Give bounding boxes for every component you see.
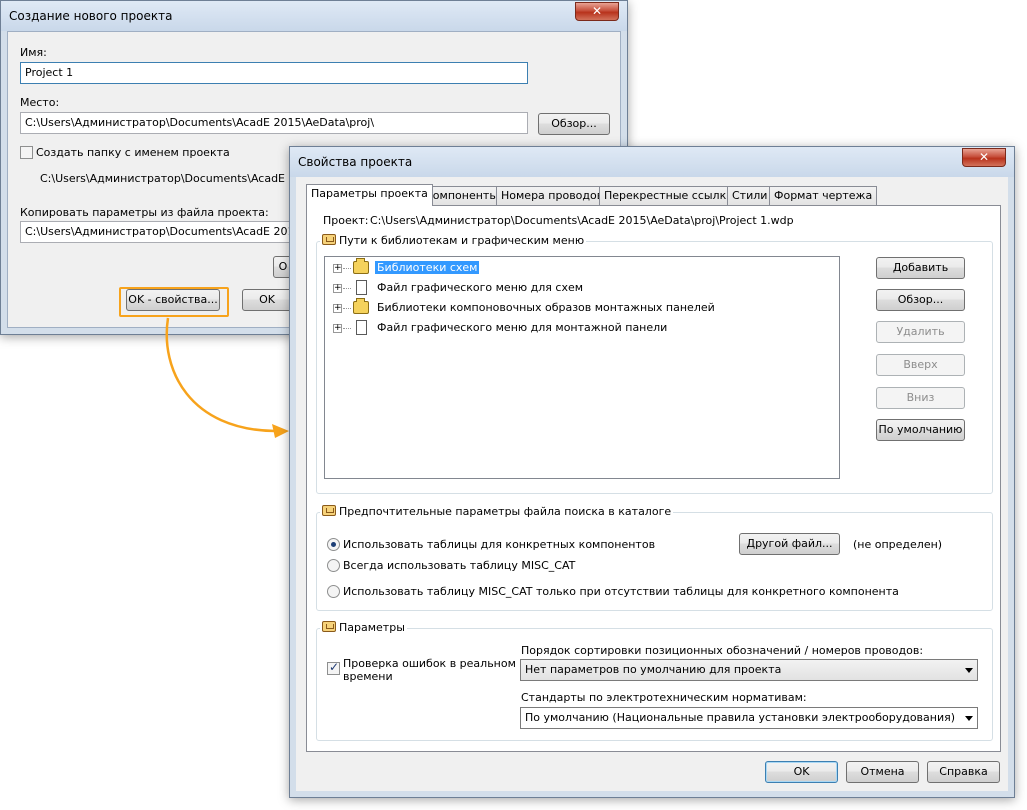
location-label: Место: bbox=[20, 96, 60, 109]
undefined-label: (не определен) bbox=[853, 538, 943, 551]
folder-icon bbox=[353, 298, 369, 314]
project-label: Проект: bbox=[323, 214, 369, 227]
expand-icon[interactable]: + bbox=[333, 324, 342, 333]
tab-styles[interactable]: Стили bbox=[727, 186, 773, 205]
sort-order-value: Нет параметров по умолчанию для проекта bbox=[525, 663, 782, 676]
chevron-down-icon bbox=[965, 668, 973, 673]
chevron-down-icon bbox=[965, 716, 973, 721]
other-file-button[interactable]: Другой файл... bbox=[739, 533, 840, 555]
radio-misc-fallback[interactable] bbox=[327, 585, 340, 598]
project-path: C:\Users\Администратор\Documents\AcadE 2… bbox=[370, 214, 794, 227]
folder-icon bbox=[353, 258, 369, 274]
move-down-button[interactable]: Вниз bbox=[876, 387, 965, 409]
tree-item-label: Файл графического меню для монтажной пан… bbox=[377, 321, 668, 334]
tab-drawing-format[interactable]: Формат чертежа bbox=[769, 186, 878, 205]
parameters-group-title-text: Параметры bbox=[339, 621, 405, 634]
help-button[interactable]: Справка bbox=[927, 761, 1000, 783]
tab-cross-references[interactable]: Перекрестные ссылки bbox=[599, 186, 739, 205]
gear-icon bbox=[322, 621, 336, 632]
location-input[interactable]: C:\Users\Администратор\Documents\AcadE 2… bbox=[20, 112, 528, 134]
radio-always-misc[interactable] bbox=[327, 559, 340, 572]
realtime-check-label-line2: времени bbox=[343, 670, 393, 683]
flow-arrow bbox=[165, 317, 289, 438]
library-tree[interactable]: + Библиотеки схем + Файл графического ме… bbox=[324, 256, 840, 479]
realtime-check-label-line1: Проверка ошибок в реальном bbox=[343, 657, 516, 670]
tree-item-label: Библиотеки схем bbox=[375, 261, 480, 274]
radio-always-misc-label: Всегда использовать таблицу MISC_CAT bbox=[343, 559, 576, 572]
standards-select[interactable]: По умолчанию (Национальные правила устан… bbox=[520, 707, 978, 729]
tab-project-parameters[interactable]: Параметры проекта bbox=[306, 184, 433, 206]
standards-value: По умолчанию (Национальные правила устан… bbox=[525, 711, 956, 724]
close-icon[interactable]: ✕ bbox=[575, 2, 619, 21]
create-folder-checkbox[interactable] bbox=[20, 146, 33, 159]
folder-path-text: C:\Users\Администратор\Documents\AcadE 2… bbox=[40, 172, 317, 185]
realtime-check-checkbox[interactable] bbox=[327, 660, 340, 675]
new-project-ok-button[interactable]: OK bbox=[242, 289, 292, 311]
location-browse-button[interactable]: Обзор... bbox=[538, 113, 610, 135]
expand-icon[interactable]: + bbox=[333, 304, 342, 313]
default-button[interactable]: По умолчанию bbox=[876, 419, 965, 441]
close-icon[interactable]: ✕ bbox=[962, 148, 1006, 167]
file-icon bbox=[356, 280, 367, 295]
sort-order-select[interactable]: Нет параметров по умолчанию для проекта bbox=[520, 659, 978, 681]
expand-icon[interactable]: + bbox=[333, 284, 342, 293]
properties-titlebar[interactable]: Свойства проекта ✕ bbox=[290, 147, 1014, 177]
radio-misc-fallback-label: Использовать таблицу MISC_CAT только при… bbox=[343, 585, 899, 598]
parameters-group-title: Параметры bbox=[320, 621, 407, 634]
catalog-group-title: Предпочтительные параметры файла поиска … bbox=[320, 505, 674, 518]
sort-order-label: Порядок сортировки позиционных обозначен… bbox=[521, 644, 924, 657]
cancel-button[interactable]: Отмена bbox=[846, 761, 919, 783]
radio-specific-tables-label: Использовать таблицы для конкретных комп… bbox=[343, 538, 656, 551]
new-project-titlebar[interactable]: Создание нового проекта ✕ bbox=[1, 1, 627, 31]
gear-icon bbox=[322, 505, 336, 516]
catalog-group-title-text: Предпочтительные параметры файла поиска … bbox=[339, 505, 672, 518]
copy-params-input[interactable]: C:\Users\Администратор\Documents\AcadE 2… bbox=[20, 221, 290, 243]
gear-icon bbox=[322, 234, 336, 245]
delete-button[interactable]: Удалить bbox=[876, 321, 965, 343]
standards-label: Стандарты по электротехническим норматив… bbox=[521, 691, 807, 704]
tree-item-label: Библиотеки компоновочных образов монтажн… bbox=[377, 301, 715, 314]
create-folder-label: Создать папку с именем проекта bbox=[36, 146, 230, 159]
properties-title: Свойства проекта bbox=[298, 155, 413, 169]
move-up-button[interactable]: Вверх bbox=[876, 354, 965, 376]
add-button[interactable]: Добавить bbox=[876, 257, 965, 279]
copy-params-label: Копировать параметры из файла проекта: bbox=[20, 206, 269, 219]
browse-button[interactable]: Обзор... bbox=[876, 289, 965, 311]
new-project-title: Создание нового проекта bbox=[9, 9, 173, 23]
radio-specific-tables[interactable] bbox=[327, 538, 340, 551]
file-icon bbox=[356, 320, 367, 335]
name-input[interactable]: Project 1 bbox=[20, 62, 528, 84]
expand-icon[interactable]: + bbox=[333, 264, 342, 273]
library-paths-title-text: Пути к библиотекам и графическим меню bbox=[339, 234, 585, 247]
name-label: Имя: bbox=[20, 46, 47, 59]
ok-button[interactable]: OK bbox=[765, 761, 838, 783]
library-paths-title: Пути к библиотекам и графическим меню bbox=[320, 234, 587, 247]
tab-wire-numbers[interactable]: Номера проводов bbox=[496, 186, 609, 205]
tree-item-label: Файл графического меню для схем bbox=[377, 281, 584, 294]
